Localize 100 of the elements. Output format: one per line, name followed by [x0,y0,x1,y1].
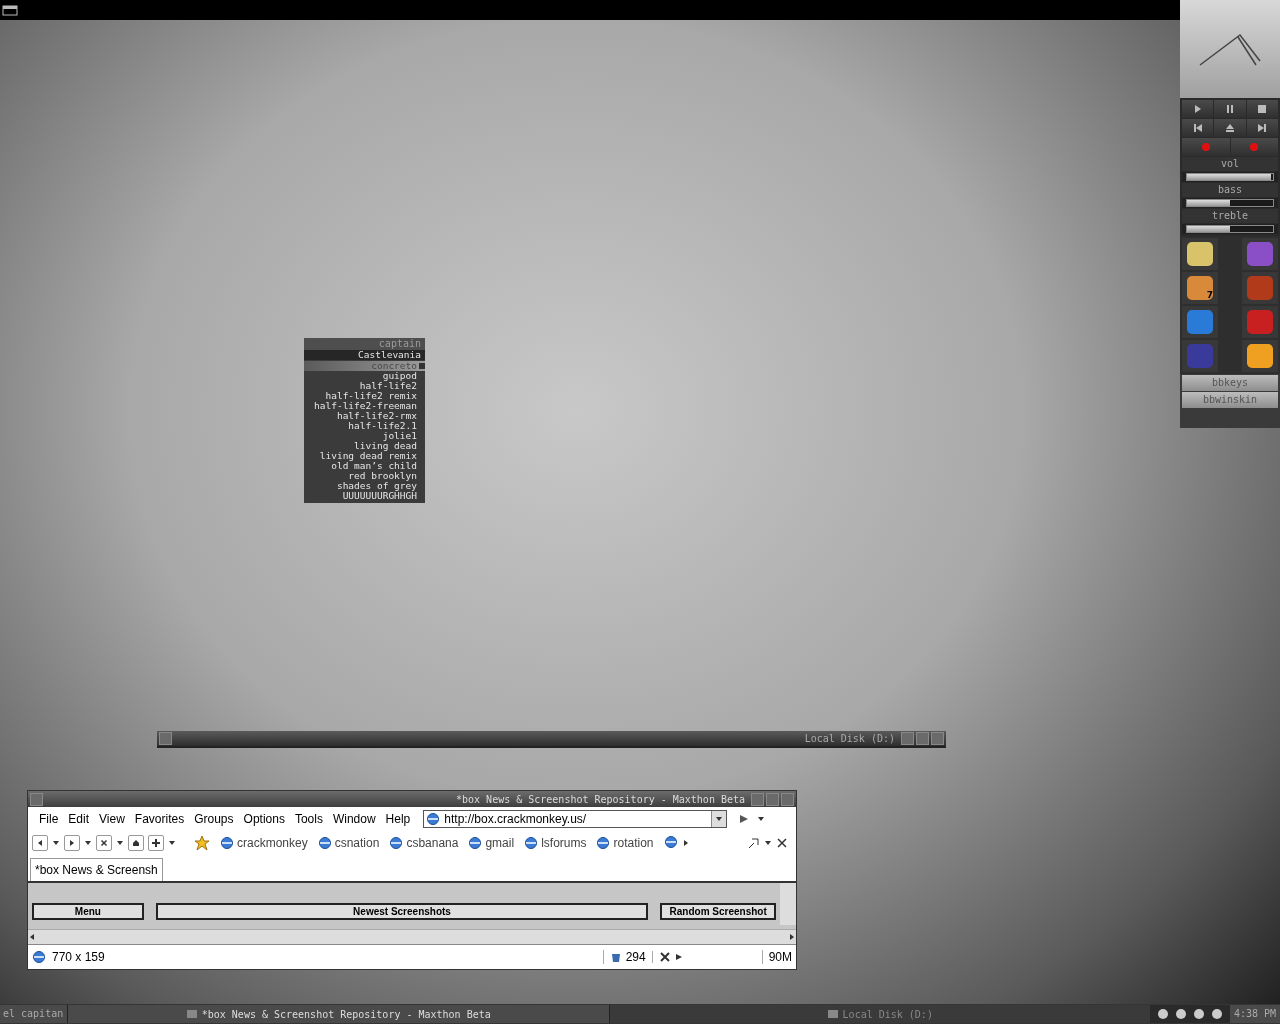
stop-icon [1257,104,1268,114]
bookmark-link[interactable]: csnation [317,836,380,850]
menu-item[interactable]: living dead [304,441,425,451]
menu-bar-item[interactable]: Edit [63,812,95,826]
play-icon [1192,104,1203,114]
close-icon[interactable] [776,837,788,849]
menu-item[interactable]: UUUUUUURGHHGH [304,491,425,501]
window-title: Local Disk (D:) [804,733,896,744]
menu-item[interactable]: jolie1 [304,431,425,441]
globe-page-icon [32,950,46,964]
globe-page-icon [663,834,678,849]
menu-item[interactable]: half-life2-rmx [304,411,425,421]
bookmark-link[interactable]: crackmonkey [220,836,308,850]
clock: 4:38 PM [1230,1005,1280,1023]
memory-text: 90M [768,950,792,964]
record-icon [1249,142,1260,152]
toolbar-button[interactable] [32,835,48,851]
address-text: http://box.crackmonkey.us/ [444,812,588,826]
menu-item[interactable]: half-life2 remix [304,391,425,401]
menu-bar-item[interactable]: Help [380,812,416,826]
media-button[interactable] [1214,119,1246,137]
address-field[interactable]: http://box.crackmonkey.us/ [423,810,728,828]
media-button[interactable] [1182,119,1214,137]
globe-page-icon [596,836,611,850]
bookmark-link[interactable]: rotation [596,836,654,850]
bookmark-link[interactable]: lsforums [524,836,587,850]
skip-back-icon [1192,123,1203,133]
menu-bar-item[interactable]: File [34,812,64,826]
menu-bar-item[interactable]: Window [327,812,381,826]
left-arrow-icon [28,933,36,941]
menu-item[interactable]: guipod [304,371,425,381]
menu-bar-item[interactable]: Favorites [129,812,190,826]
media-button[interactable] [1246,119,1278,137]
menu-item[interactable]: half-life2-freeman [304,401,425,411]
globe-page-icon [220,836,234,850]
star-icon[interactable] [194,835,210,851]
workspace-label[interactable]: el capitan [0,1005,67,1023]
pause-icon [1225,104,1235,114]
menu-bar-item[interactable]: Tools [289,812,328,826]
bookmark-link[interactable]: gmail [468,836,515,850]
caret-icon [764,839,772,847]
task-button[interactable]: *box News & Screenshot Repository - Maxthon Beta [67,1005,609,1023]
status-text: 770 x 159 [52,950,105,964]
window-title: *box News & Screenshot Repository - Maxthon Beta [456,793,746,805]
trash-icon [609,951,622,963]
badge-count: 7 [1206,291,1213,300]
media-button[interactable] [1214,100,1246,118]
forward-icon [68,839,76,847]
menu-bar-item[interactable]: Options [238,812,290,826]
page-tab[interactable]: *box News & Screensh [30,858,163,881]
menu-item[interactable]: old man’s child [304,461,425,471]
menu-item[interactable]: red brooklyn [304,471,425,481]
play-icon [674,953,683,961]
menu-bar-item[interactable]: View [94,812,130,826]
caret-icon [168,839,176,847]
caret-icon [757,815,766,823]
menu-item[interactable]: half-life2.1 [304,421,425,431]
globe-page-icon [468,836,483,850]
toolbar-button[interactable] [64,835,80,851]
slider-track[interactable] [1182,198,1278,208]
menu-item[interactable]: half-life2 [304,381,425,391]
caret-icon [84,839,92,847]
caret-icon [52,839,60,847]
media-button[interactable] [1182,100,1214,118]
home-icon [132,839,140,847]
menu-bar-item[interactable]: Groups [189,812,239,826]
caret-icon [116,839,124,847]
slider-track[interactable] [1182,224,1278,234]
chevron-icon [681,839,690,847]
dropdown-button[interactable] [711,811,727,827]
slider-track[interactable] [1182,172,1278,182]
menu-item[interactable]: shades of grey [304,481,425,491]
bookmark-link[interactable]: csbanana [389,836,459,850]
caret-icon [715,815,724,823]
stop-icon [100,839,108,847]
slider-label: bass [1182,183,1278,197]
page-button[interactable]: Newest Screenshots [155,903,649,920]
vertical-scrollbar[interactable] [780,883,796,925]
page-button[interactable]: Menu [32,903,144,920]
window-icon[interactable] [2,4,18,16]
toolbar-button[interactable] [128,835,144,851]
horizontal-scrollbar[interactable] [28,929,796,944]
toolbar-button[interactable] [96,835,112,851]
menu-title: captain [304,338,425,350]
media-button[interactable] [1246,100,1278,118]
globe-page-icon [389,836,404,850]
menu-item[interactable]: living dead remix [304,451,425,461]
app-icon [826,1008,839,1020]
go-icon[interactable] [739,814,750,824]
eject-icon [1225,123,1235,133]
peak-logo-icon [1198,31,1262,67]
globe-page-icon [524,836,539,850]
record-icon [1200,142,1211,152]
menu-item[interactable]: Castlevania [304,350,425,360]
plus-icon [152,839,160,847]
app-icon [185,1008,198,1020]
cancel-icon[interactable] [658,951,671,963]
toolbar-button[interactable] [148,835,164,851]
page-button[interactable]: Random Screenshot [660,903,776,920]
slider-label: vol [1182,157,1278,171]
